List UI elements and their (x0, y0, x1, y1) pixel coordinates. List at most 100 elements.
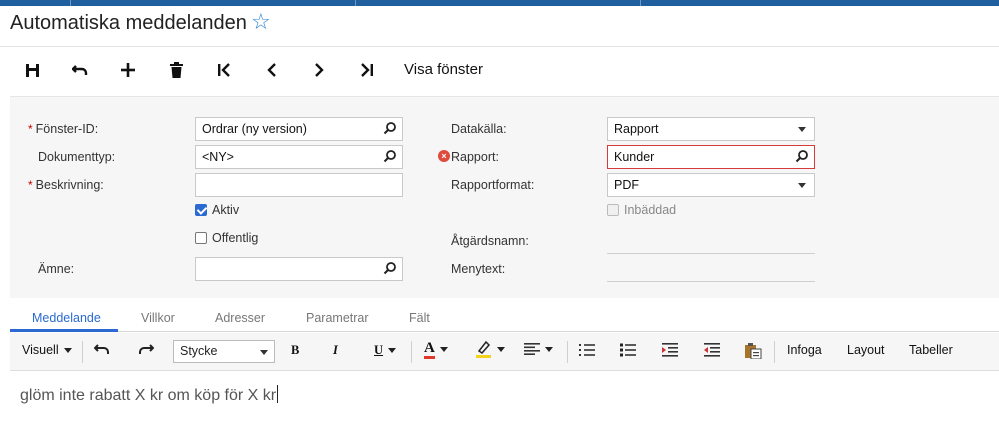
description-label-text: Beskrivning: (35, 178, 104, 192)
highlight-color-dropdown[interactable] (475, 340, 505, 358)
action-name-label: Åtgärdsnamn: (451, 234, 529, 248)
report-input[interactable]: Kunder (607, 145, 815, 169)
embedded-label: Inbäddad (624, 203, 677, 217)
chevron-down-icon (798, 127, 806, 132)
report-label: Rapport: (451, 150, 499, 164)
editor-mode-label: Visuell (22, 343, 59, 357)
embedded-checkbox: Inbäddad (607, 203, 676, 217)
action-name-field (607, 253, 815, 254)
chevron-down-icon (439, 347, 448, 352)
chevron-down-icon (388, 348, 397, 353)
menu-text-field (607, 281, 815, 282)
tab-addresses[interactable]: Adresser (215, 311, 265, 325)
required-marker: * (28, 122, 33, 136)
tab-conditions[interactable]: Villkor (141, 311, 175, 325)
description-label: * Beskrivning: (28, 178, 104, 192)
datasource-label: Datakälla: (451, 122, 507, 136)
tables-menu[interactable]: Tabeller (909, 343, 953, 357)
toolbar-separator (82, 341, 83, 363)
datasource-value: Rapport (614, 122, 659, 136)
favorite-star-icon[interactable]: ☆ (251, 10, 271, 34)
bulleted-list-icon[interactable] (620, 343, 636, 357)
chevron-down-icon (63, 347, 72, 353)
subject-label: Ämne: (38, 262, 75, 276)
active-tab-indicator (10, 329, 118, 332)
highlighter-icon (476, 340, 491, 358)
required-marker: * (28, 178, 33, 192)
doc-type-input[interactable]: <NY> (195, 145, 403, 169)
editor-mode-dropdown[interactable]: Visuell (22, 343, 72, 357)
paragraph-style-value: Stycke (180, 344, 218, 358)
undo-icon[interactable] (70, 59, 90, 81)
underline-dropdown[interactable]: U (374, 343, 397, 358)
editor-text: glöm inte rabatt X kr om köp för X kr (20, 387, 277, 404)
redo-icon[interactable] (138, 343, 154, 355)
form-panel: * Fönster-ID: Ordrar (ny version) Dokumen… (10, 96, 999, 298)
search-icon[interactable] (795, 149, 809, 163)
editor-content[interactable]: glöm inte rabatt X kr om köp för X kr (20, 385, 279, 405)
show-window-button[interactable]: Visa fönster (404, 61, 483, 78)
search-icon[interactable] (383, 261, 397, 275)
checkbox-disabled-icon (607, 204, 619, 216)
layout-menu[interactable]: Layout (847, 343, 885, 357)
window-id-label-text: Fönster-ID: (35, 122, 99, 136)
insert-menu[interactable]: Infoga (787, 343, 822, 357)
report-format-value: PDF (614, 178, 639, 192)
report-format-label: Rapportformat: (451, 178, 535, 192)
tab-message[interactable]: Meddelande (32, 311, 101, 325)
font-color-dropdown[interactable]: A (424, 340, 448, 359)
report-value: Kunder (614, 150, 655, 164)
active-checkbox[interactable]: Aktiv (195, 203, 239, 217)
description-input[interactable] (195, 173, 403, 197)
chevron-down-icon (260, 350, 268, 355)
checkbox-unchecked-icon (195, 232, 207, 244)
report-format-select[interactable]: PDF (607, 173, 815, 197)
indent-icon[interactable] (662, 343, 678, 357)
public-checkbox[interactable]: Offentlig (195, 231, 258, 245)
tab-bar: Meddelande Villkor Adresser Parametrar F… (10, 304, 999, 332)
previous-record-icon[interactable] (262, 59, 282, 81)
error-icon: × (438, 150, 450, 162)
toolbar-separator (567, 341, 568, 363)
search-icon[interactable] (383, 149, 397, 163)
outdent-icon[interactable] (704, 343, 720, 357)
editor-toolbar: Visuell Stycke B I U A Infoga Layout Tab… (10, 333, 999, 371)
align-left-icon (524, 343, 540, 355)
doc-type-label: Dokumenttyp: (38, 150, 116, 164)
message-editor[interactable]: glöm inte rabatt X kr om köp för X kr (10, 371, 999, 442)
toolbar-separator (774, 341, 775, 363)
chevron-down-icon (798, 183, 806, 188)
bold-button[interactable]: B (291, 343, 299, 358)
save-icon[interactable] (22, 59, 42, 81)
window-id-input[interactable]: Ordrar (ny version) (195, 117, 403, 141)
last-record-icon[interactable] (357, 59, 377, 81)
first-record-icon[interactable] (214, 59, 234, 81)
public-label: Offentlig (212, 231, 259, 245)
tab-parameters[interactable]: Parametrar (306, 311, 369, 325)
toolbar-separator (411, 341, 412, 363)
font-color-label: A (424, 340, 435, 359)
next-record-icon[interactable] (309, 59, 329, 81)
page-title: Automatiska meddelanden (10, 12, 247, 34)
paste-icon[interactable] (744, 343, 762, 359)
window-id-value: Ordrar (ny version) (202, 122, 307, 136)
paragraph-style-select[interactable]: Stycke (173, 340, 275, 363)
search-icon[interactable] (383, 121, 397, 135)
subject-input[interactable] (195, 257, 403, 281)
text-cursor (277, 385, 279, 403)
window-id-label: * Fönster-ID: (28, 122, 98, 136)
active-label: Aktiv (212, 203, 240, 217)
datasource-select[interactable]: Rapport (607, 117, 815, 141)
menu-text-label: Menytext: (451, 262, 506, 276)
title-bar: Automatiska meddelanden ☆ (0, 6, 999, 47)
undo-icon[interactable] (94, 343, 110, 355)
italic-button[interactable]: I (333, 343, 338, 358)
delete-icon[interactable] (166, 59, 186, 81)
chevron-down-icon (497, 346, 505, 352)
add-icon[interactable] (118, 59, 138, 81)
doc-type-value: <NY> (202, 150, 234, 164)
align-dropdown[interactable] (524, 343, 553, 355)
tab-fields[interactable]: Fält (409, 311, 430, 325)
underline-label: U (374, 343, 384, 357)
numbered-list-icon[interactable] (579, 343, 595, 357)
